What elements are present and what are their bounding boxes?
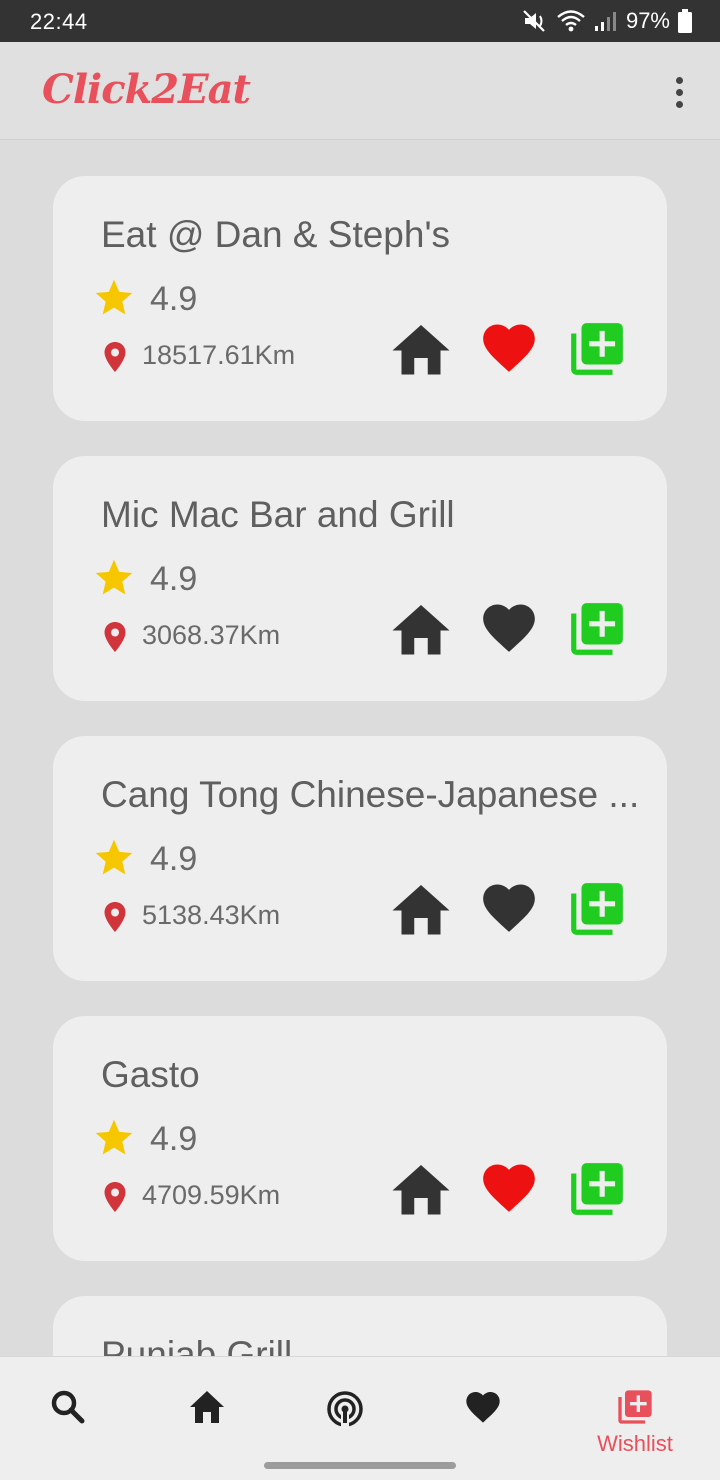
- app-logo-title: Click2Eat: [42, 66, 251, 113]
- restaurant-name: Gasto: [101, 1054, 200, 1095]
- wifi-icon: [557, 10, 585, 32]
- status-icons: 97%: [522, 8, 692, 34]
- nav-wishlist-label: Wishlist: [597, 1431, 673, 1456]
- rating-value: 4.9: [150, 560, 198, 598]
- home-icon: [392, 885, 450, 935]
- favorite-button[interactable]: [478, 878, 540, 940]
- add-to-list-icon: [571, 603, 623, 655]
- restaurant-name: Eat @ Dan & Steph's: [101, 214, 451, 255]
- rating-value: 4.9: [150, 1120, 198, 1158]
- search-icon: [51, 1390, 85, 1424]
- signal-icon: [594, 12, 616, 31]
- distance-value: 4709.59Km: [142, 1180, 281, 1210]
- mute-icon: [523, 10, 545, 32]
- distance-value: 5138.43Km: [142, 900, 281, 930]
- nav-wishlist[interactable]: Wishlist: [585, 1377, 685, 1457]
- heart-icon: [483, 604, 535, 652]
- restaurant-card[interactable]: Mic Mac Bar and Grill 4.9 3068.37Km: [53, 456, 667, 701]
- favorite-button[interactable]: [478, 1158, 540, 1220]
- add-to-list-icon: [571, 323, 623, 375]
- location-pin-icon: [104, 1182, 126, 1212]
- restaurant-home-button[interactable]: [390, 1158, 452, 1220]
- location-pin-icon: [104, 342, 126, 372]
- broadcast-icon: [327, 1391, 363, 1427]
- status-bar: 22:44 97%: [0, 0, 720, 42]
- heart-icon: [483, 1164, 535, 1212]
- status-time: 22:44: [30, 9, 88, 34]
- restaurant-home-button[interactable]: [390, 318, 452, 380]
- restaurant-card[interactable]: Eat @ Dan & Steph's 4.9 18517.61Km: [53, 176, 667, 421]
- restaurant-home-button[interactable]: [390, 598, 452, 660]
- restaurant-card[interactable]: Gasto 4.9 4709.59Km: [53, 1016, 667, 1261]
- add-to-wishlist-button[interactable]: [566, 318, 628, 380]
- star-icon: [95, 839, 133, 875]
- favorite-button[interactable]: [478, 598, 540, 660]
- battery-icon: [678, 9, 692, 33]
- heart-icon: [483, 324, 535, 372]
- home-icon: [392, 1165, 450, 1215]
- home-icon: [392, 605, 450, 655]
- add-to-list-icon: [571, 1163, 623, 1215]
- star-icon: [95, 559, 133, 595]
- nav-nearby[interactable]: [295, 1377, 395, 1457]
- nav-favorites[interactable]: [433, 1377, 533, 1457]
- nav-home[interactable]: [157, 1377, 257, 1457]
- distance-value: 3068.37Km: [142, 620, 281, 650]
- add-to-wishlist-button[interactable]: [566, 878, 628, 940]
- add-to-wishlist-button[interactable]: [566, 598, 628, 660]
- restaurant-list[interactable]: Eat @ Dan & Steph's 4.9 18517.61Km Mic M…: [0, 141, 720, 1356]
- restaurant-card[interactable]: Cang Tong Chinese-Japanese ... 4.9 5138.…: [53, 736, 667, 981]
- battery-percent: 97%: [625, 8, 670, 33]
- favorite-button[interactable]: [478, 318, 540, 380]
- star-icon: [95, 1119, 133, 1155]
- heart-icon: [483, 884, 535, 932]
- more-vert-icon: [675, 76, 683, 84]
- location-pin-icon: [104, 622, 126, 652]
- restaurant-card[interactable]: Punjab Grill: [53, 1296, 667, 1356]
- add-to-list-icon: [571, 883, 623, 935]
- restaurant-name: Punjab Grill: [101, 1334, 293, 1356]
- add-to-list-icon: [618, 1390, 652, 1424]
- restaurant-home-button[interactable]: [390, 878, 452, 940]
- restaurant-name: Cang Tong Chinese-Japanese ...: [101, 774, 640, 815]
- app-bar: Click2Eat: [0, 42, 720, 140]
- location-pin-icon: [104, 902, 126, 932]
- heart-icon: [466, 1392, 500, 1423]
- distance-value: 18517.61Km: [142, 340, 296, 370]
- restaurant-name: Mic Mac Bar and Grill: [101, 494, 455, 535]
- home-indicator[interactable]: [264, 1462, 456, 1469]
- star-icon: [95, 279, 133, 315]
- rating-value: 4.9: [150, 280, 198, 318]
- home-icon: [392, 325, 450, 375]
- home-icon: [190, 1391, 224, 1423]
- add-to-wishlist-button[interactable]: [566, 1158, 628, 1220]
- rating-value: 4.9: [150, 840, 198, 878]
- nav-search[interactable]: [18, 1377, 118, 1457]
- more-options-button[interactable]: [664, 72, 694, 112]
